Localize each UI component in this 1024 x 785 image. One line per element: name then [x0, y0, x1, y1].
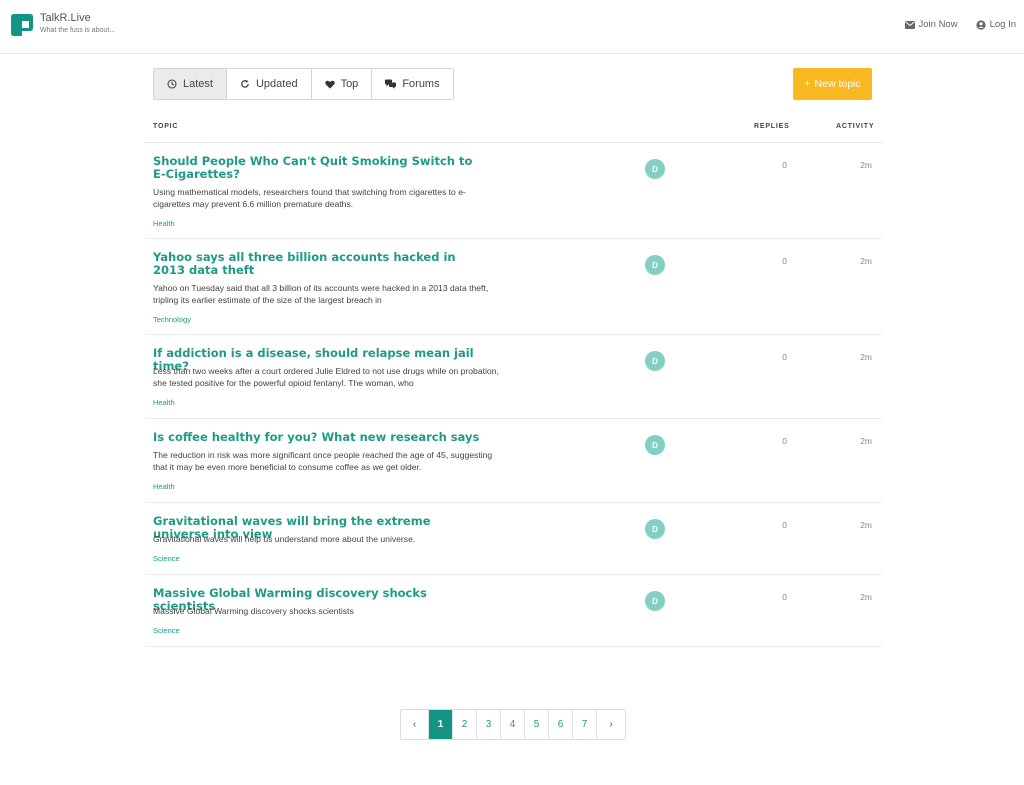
topic-category[interactable]: Science [153, 626, 180, 635]
topic-excerpt: Using mathematical models, researchers f… [153, 187, 466, 209]
activity-time[interactable]: 2m [842, 436, 872, 446]
reply-count: 0 [782, 352, 787, 362]
topic-filter-tabs: Latest Updated Top Forums [153, 68, 454, 100]
topic-category[interactable]: Science [153, 554, 180, 563]
reply-count: 0 [782, 520, 787, 530]
log-in-label: Log In [989, 19, 1016, 30]
topic-excerpt: Gravitational waves will help us underst… [153, 534, 416, 544]
topic-excerpt: Massive Global Warming discovery shocks … [153, 606, 354, 616]
prev-page-button[interactable]: ‹ [401, 710, 429, 739]
activity-time[interactable]: 2m [842, 160, 872, 170]
reply-count: 0 [782, 436, 787, 446]
column-header-activity: ACTIVITY [836, 123, 875, 130]
topic-row: Gravitational waves will bring the extre… [145, 503, 882, 575]
next-page-button[interactable]: › [597, 710, 625, 739]
topic-row: Massive Global Warming discovery shocks … [145, 575, 882, 647]
activity-time[interactable]: 2m [842, 520, 872, 530]
reply-count: 0 [782, 592, 787, 602]
tab-latest[interactable]: Latest [154, 69, 227, 99]
new-topic-button[interactable]: + New topic [793, 68, 872, 100]
brand-tagline: What the fuss is about... [40, 27, 116, 34]
talkr-logo-icon[interactable] [9, 12, 35, 38]
topic-excerpt: Less than two weeks after a court ordere… [153, 366, 499, 388]
topic-title[interactable]: Is coffee healthy for you? What new rese… [153, 431, 483, 444]
tab-forums-label: Forums [402, 78, 440, 90]
page-2-button[interactable]: 2 [453, 710, 477, 739]
avatar[interactable]: D [645, 159, 665, 179]
avatar[interactable]: D [645, 255, 665, 275]
topic-category[interactable]: Technology [153, 315, 191, 324]
tab-updated-label: Updated [255, 78, 298, 90]
avatar[interactable]: D [645, 519, 665, 539]
pagination: ‹ 1 2 3 4 5 6 7 › [400, 709, 626, 740]
refresh-icon [241, 79, 249, 88]
topic-category[interactable]: Health [153, 219, 175, 228]
avatar[interactable]: D [645, 351, 665, 371]
page-7-button[interactable]: 7 [573, 710, 597, 739]
topic-row: Yahoo says all three billion accounts ha… [145, 239, 882, 335]
new-topic-label: New topic [814, 78, 861, 90]
topic-row: If addiction is a disease, should relaps… [145, 335, 882, 419]
heart-icon [324, 80, 335, 89]
reply-count: 0 [782, 160, 787, 170]
topic-excerpt: The reduction in risk was more significa… [153, 450, 493, 472]
topic-row: Is coffee healthy for you? What new rese… [145, 419, 882, 503]
topic-list: Should People Who Can't Quit Smoking Swi… [145, 143, 882, 647]
brand-name[interactable]: TalkR.Live [40, 12, 91, 24]
log-in-link[interactable]: Log In [975, 19, 1016, 30]
join-now-link[interactable]: Join Now [904, 19, 958, 30]
plus-icon: + [804, 78, 811, 90]
clock-icon [167, 79, 177, 89]
activity-time[interactable]: 2m [842, 592, 872, 602]
activity-time[interactable]: 2m [842, 256, 872, 266]
topic-row: Should People Who Can't Quit Smoking Swi… [145, 143, 882, 239]
tab-latest-label: Latest [183, 78, 213, 90]
page-3-button[interactable]: 3 [477, 710, 501, 739]
chat-bubbles-icon [385, 79, 397, 89]
top-bar: TalkR.Live What the fuss is about... Joi… [0, 0, 1024, 54]
page-5-button[interactable]: 5 [525, 710, 549, 739]
page-6-button[interactable]: 6 [549, 710, 573, 739]
user-circle-icon [975, 19, 986, 30]
reply-count: 0 [782, 256, 787, 266]
tab-updated[interactable]: Updated [226, 69, 312, 99]
envelope-icon [904, 20, 915, 29]
topic-category[interactable]: Health [153, 398, 175, 407]
page-4-button[interactable]: 4 [501, 710, 525, 739]
topic-title[interactable]: Yahoo says all three billion accounts ha… [153, 251, 483, 277]
join-now-label: Join Now [918, 19, 958, 30]
column-header-replies: REPLIES [754, 123, 790, 130]
column-header-topic: TOPIC [153, 123, 179, 130]
avatar[interactable]: D [645, 435, 665, 455]
topic-category[interactable]: Health [153, 482, 175, 491]
tab-top[interactable]: Top [311, 69, 373, 99]
topic-title[interactable]: Should People Who Can't Quit Smoking Swi… [153, 155, 483, 181]
tab-forums[interactable]: Forums [372, 69, 453, 99]
avatar[interactable]: D [645, 591, 665, 611]
activity-time[interactable]: 2m [842, 352, 872, 362]
tab-top-label: Top [340, 78, 359, 90]
topic-excerpt: Yahoo on Tuesday said that all 3 billion… [153, 283, 489, 305]
page-1-button[interactable]: 1 [429, 710, 453, 739]
